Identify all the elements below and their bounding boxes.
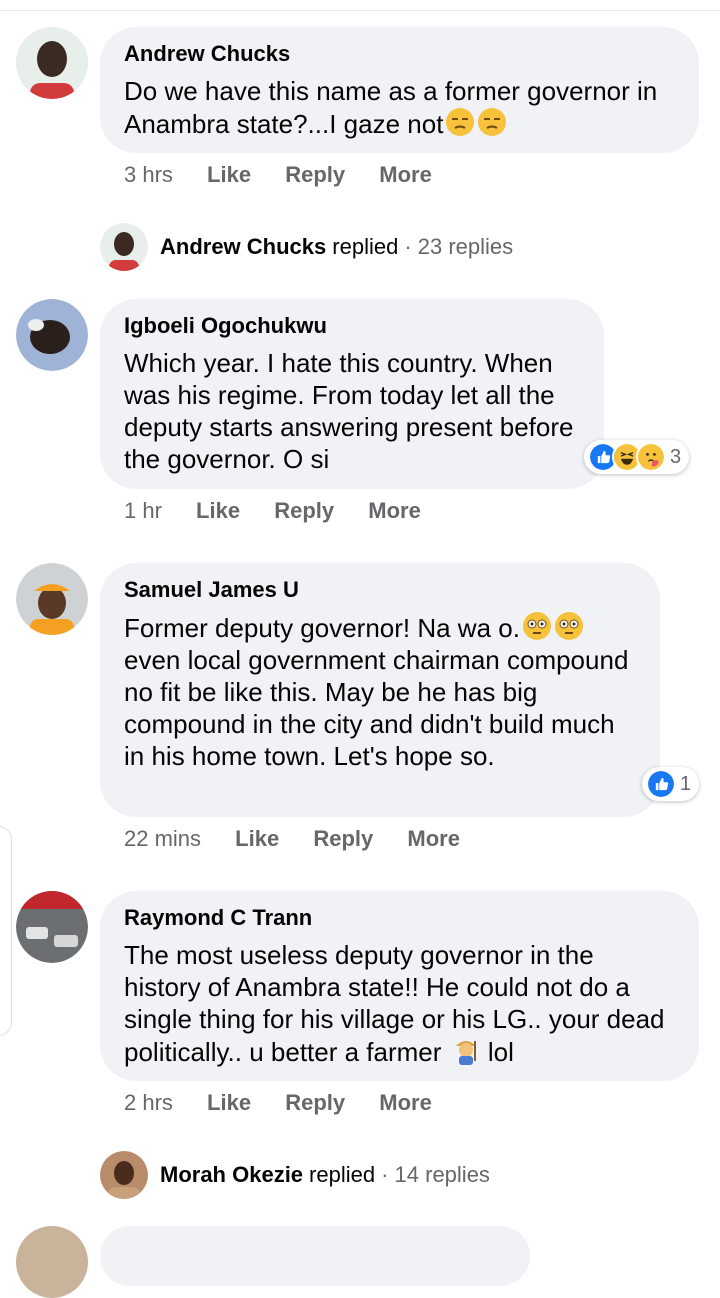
comment-text: Former deputy governor! Na wa o. even lo… (124, 612, 629, 771)
comment-text: Which year. I hate this country. When wa… (124, 348, 574, 474)
reply-button[interactable]: Reply (313, 826, 373, 851)
more-button[interactable]: More (379, 1090, 432, 1115)
like-button[interactable]: Like (207, 162, 251, 187)
care-reaction-icon (636, 442, 666, 472)
comment-bubble[interactable]: Andrew Chucks Do we have this name as a … (100, 27, 699, 153)
like-button[interactable]: Like (235, 826, 279, 851)
like-button[interactable]: Like (207, 1090, 251, 1115)
view-replies-row[interactable]: Andrew Chucks replied · 23 replies (100, 223, 513, 271)
comment-time: 3 hrs (124, 162, 173, 187)
comment-author[interactable]: Samuel James U (124, 577, 636, 603)
unamused-face-icon (446, 108, 475, 136)
reply-avatar (100, 1151, 148, 1199)
avatar-image (16, 299, 88, 371)
avatar[interactable] (16, 563, 88, 635)
comment-author[interactable]: Igboeli Ogochukwu (124, 313, 580, 339)
comment-bubble[interactable] (100, 1226, 530, 1286)
reply-author[interactable]: Morah Okezie (160, 1162, 303, 1188)
comment-text: The most useless deputy governor in the … (124, 940, 665, 1067)
comment-author[interactable]: Andrew Chucks (124, 41, 675, 67)
avatar-image (16, 27, 88, 99)
comment-text: Do we have this name as a former governo… (124, 76, 658, 139)
more-button[interactable]: More (368, 498, 421, 523)
more-button[interactable]: More (379, 162, 432, 187)
avatar-image (16, 891, 88, 963)
reply-avatar (100, 223, 148, 271)
reply-button[interactable]: Reply (285, 1090, 345, 1115)
reply-verb: replied (309, 1162, 376, 1187)
reaction-summary[interactable]: 1 (642, 767, 700, 801)
like-button[interactable]: Like (196, 498, 240, 523)
avatar[interactable] (16, 299, 88, 371)
more-button[interactable]: More (407, 826, 460, 851)
comment-actions: 22 mins Like Reply More (124, 826, 488, 852)
reply-count: · 23 replies (404, 234, 514, 259)
reply-button[interactable]: Reply (285, 162, 345, 187)
comment-actions: 3 hrs Like Reply More (124, 162, 460, 188)
comment-actions: 1 hr Like Reply More (124, 498, 449, 524)
reply-avatar-image (100, 223, 148, 271)
farmer-icon (455, 1041, 476, 1065)
reply-count: · 14 replies (381, 1162, 490, 1187)
side-scroll-edge (0, 826, 12, 1036)
like-reaction-icon (646, 769, 676, 799)
comment-time: 1 hr (124, 498, 162, 523)
reply-button[interactable]: Reply (274, 498, 334, 523)
unamused-face-icon (478, 108, 507, 136)
flushed-face-icon (522, 612, 551, 640)
avatar[interactable] (16, 1226, 88, 1298)
comment-bubble[interactable]: Raymond C Trann The most useless deputy … (100, 891, 699, 1081)
avatar[interactable] (16, 27, 88, 99)
comment-time: 2 hrs (124, 1090, 173, 1115)
comment-time: 22 mins (124, 826, 202, 851)
avatar-image (16, 563, 88, 635)
comment-bubble[interactable]: Samuel James U Former deputy governor! N… (100, 563, 660, 817)
view-replies-row[interactable]: Morah Okezie replied · 14 replies (100, 1151, 490, 1199)
reaction-count: 1 (680, 772, 692, 795)
comment-author[interactable]: Raymond C Trann (124, 905, 675, 931)
top-divider (0, 0, 720, 11)
reply-author[interactable]: Andrew Chucks (160, 234, 326, 260)
reaction-summary[interactable]: 3 (584, 440, 690, 474)
reply-verb: replied (332, 234, 399, 259)
reply-avatar-image (100, 1151, 148, 1199)
comment-bubble[interactable]: Igboeli Ogochukwu Which year. I hate thi… (100, 299, 604, 489)
comment-actions: 2 hrs Like Reply More (124, 1090, 460, 1116)
reaction-count: 3 (670, 445, 682, 468)
flushed-face-icon (554, 612, 583, 640)
avatar[interactable] (16, 891, 88, 963)
